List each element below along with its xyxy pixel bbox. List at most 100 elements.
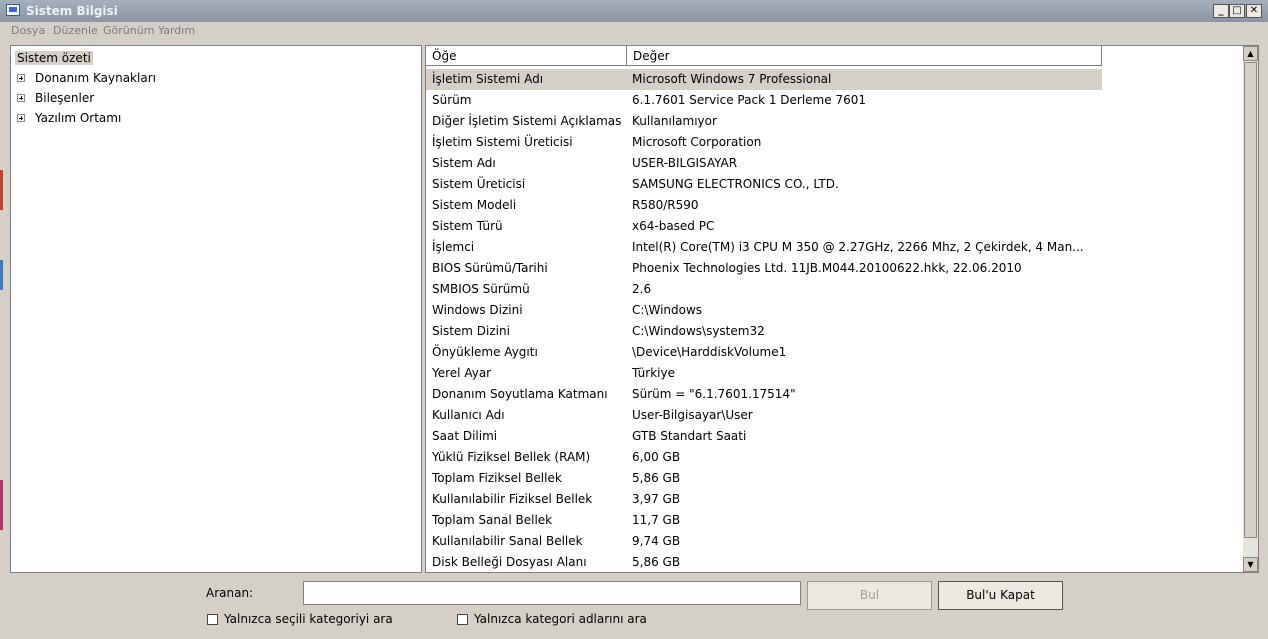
list-rows: İşletim Sistemi Adı Microsoft Windows 7 P… — [426, 69, 1102, 572]
table-row[interactable]: Yüklü Fiziksel Bellek (RAM) 6,00 GB — [426, 447, 1102, 468]
search-category-names-checkbox[interactable] — [457, 614, 468, 625]
table-row[interactable]: Sistem Modeli R580/R590 — [426, 195, 1102, 216]
row-value: Türkiye — [632, 366, 675, 380]
desktop-edge — [0, 480, 3, 530]
system-info-icon — [6, 4, 20, 16]
row-value: 6.1.7601 Service Pack 1 Derleme 7601 — [632, 93, 866, 107]
scroll-thumb[interactable] — [1244, 62, 1257, 538]
table-row[interactable]: Yerel Ayar Türkiye — [426, 363, 1102, 384]
table-row[interactable]: İşlemci Intel(R) Core(TM) i3 CPU M 350 @ … — [426, 237, 1102, 258]
find-button[interactable]: Bul — [807, 581, 932, 610]
row-value: C:\Windows — [632, 303, 703, 317]
table-row[interactable]: Disk Belleği Dosyası Alanı 5,86 GB — [426, 552, 1102, 572]
menu-view[interactable]: Görünüm — [103, 24, 154, 37]
row-value: SAMSUNG ELECTRONICS CO., LTD. — [632, 177, 839, 191]
row-item: Kullanılabilir Sanal Bellek — [432, 534, 583, 548]
row-item: Kullanıcı Adı — [432, 408, 505, 422]
table-row[interactable]: İşletim Sistemi Adı Microsoft Windows 7 P… — [426, 69, 1102, 90]
row-item: İşlemci — [432, 240, 475, 254]
table-row[interactable]: Kullanıcı Adı User-Bilgisayar\User — [426, 405, 1102, 426]
search-label: Aranan: — [206, 586, 254, 600]
table-row[interactable]: Kullanılabilir Fiziksel Bellek 3,97 GB — [426, 489, 1102, 510]
table-row[interactable]: Sistem Adı USER-BILGISAYAR — [426, 153, 1102, 174]
row-value: 2.6 — [632, 282, 652, 296]
tree-item-system-summary[interactable]: Sistem özeti — [15, 49, 93, 67]
table-row[interactable]: Sistem Dizini C:\Windows\system32 — [426, 321, 1102, 342]
menu-edit[interactable]: Düzenle — [53, 24, 98, 37]
close-button[interactable]: ✕ — [1246, 4, 1262, 18]
table-row[interactable]: İşletim Sistemi Üreticisi Microsoft Corpo… — [426, 132, 1102, 153]
table-row[interactable]: Sistem Üreticisi SAMSUNG ELECTRONICS CO.,… — [426, 174, 1102, 195]
search-selected-category-label: Yalnızca seçili kategoriyi ara — [224, 612, 393, 626]
row-item: Disk Belleği Dosyası Alanı — [432, 555, 587, 569]
category-tree: Sistem özeti Donanım Kaynakları Bileşenl… — [10, 45, 422, 573]
row-value: 9,74 GB — [632, 534, 681, 548]
row-value: Phoenix Technologies Ltd. 11JB.M044.2010… — [632, 261, 1022, 275]
tree-item-label: Bileşenler — [35, 91, 95, 105]
row-item: Toplam Fiziksel Bellek — [432, 471, 562, 485]
table-row[interactable]: Toplam Sanal Bellek 11,7 GB — [426, 510, 1102, 531]
list-header: Öğe Değer — [426, 46, 1102, 67]
row-item: Yüklü Fiziksel Bellek (RAM) — [432, 450, 591, 464]
tree-item-label: Donanım Kaynakları — [35, 71, 156, 85]
row-value: \Device\HarddiskVolume1 — [632, 345, 787, 359]
scroll-up-arrow-icon[interactable]: ▲ — [1243, 46, 1258, 61]
menu-bar: Dosya Düzenle Görünüm Yardım — [0, 22, 1268, 42]
row-item: Sistem Türü — [432, 219, 503, 233]
row-item: Sistem Üreticisi — [432, 177, 526, 191]
vertical-scrollbar[interactable]: ▲ ▼ — [1243, 46, 1258, 572]
table-row[interactable]: SMBIOS Sürümü 2.6 — [426, 279, 1102, 300]
window-title: Sistem Bilgisi — [26, 4, 118, 18]
row-value: Microsoft Windows 7 Professional — [632, 72, 832, 86]
row-value: User-Bilgisayar\User — [632, 408, 753, 422]
row-value: USER-BILGISAYAR — [632, 156, 738, 170]
row-item: SMBIOS Sürümü — [432, 282, 530, 296]
table-row[interactable]: Sistem Türü x64-based PC — [426, 216, 1102, 237]
row-value: Intel(R) Core(TM) i3 CPU M 350 @ 2.27GHz… — [632, 240, 1084, 254]
row-value: x64-based PC — [632, 219, 715, 233]
maximize-button[interactable]: □ — [1229, 4, 1245, 18]
expand-icon[interactable] — [17, 114, 25, 122]
row-item: Windows Dizini — [432, 303, 523, 317]
row-item: Sistem Modeli — [432, 198, 517, 212]
table-row[interactable]: Donanım Soyutlama Katmanı Sürüm = "6.1.76… — [426, 384, 1102, 405]
search-selected-category-checkbox[interactable] — [207, 614, 218, 625]
row-value: 11,7 GB — [632, 513, 681, 527]
row-value: C:\Windows\system32 — [632, 324, 765, 338]
details-list: Öğe Değer İşletim Sistemi Adı Microsoft W… — [425, 45, 1259, 573]
row-item: Saat Dilimi — [432, 429, 498, 443]
table-row[interactable]: Windows Dizini C:\Windows — [426, 300, 1102, 321]
row-item: BIOS Sürümü/Tarihi — [432, 261, 548, 275]
table-row[interactable]: Önyükleme Aygıtı \Device\HarddiskVolume1 — [426, 342, 1102, 363]
table-row[interactable]: Kullanılabilir Sanal Bellek 9,74 GB — [426, 531, 1102, 552]
column-header-item[interactable]: Öğe — [426, 46, 627, 66]
column-header-value[interactable]: Değer — [627, 46, 1102, 66]
menu-help[interactable]: Yardım — [158, 24, 195, 37]
tree-item-label: Sistem özeti — [15, 51, 93, 65]
row-value: Microsoft Corporation — [632, 135, 762, 149]
row-value: Kullanılamıyor — [632, 114, 717, 128]
row-value: Sürüm = "6.1.7601.17514" — [632, 387, 796, 401]
table-row[interactable]: Diğer İşletim Sistemi Açıklaması Kullanıl… — [426, 111, 1102, 132]
scroll-down-arrow-icon[interactable]: ▼ — [1243, 557, 1258, 572]
row-item: Toplam Sanal Bellek — [432, 513, 553, 527]
minimize-button[interactable]: _ — [1213, 4, 1229, 18]
table-row[interactable]: Sürüm 6.1.7601 Service Pack 1 Derleme 760… — [426, 90, 1102, 111]
expand-icon[interactable] — [17, 74, 25, 82]
expand-icon[interactable] — [17, 94, 25, 102]
row-item: Diğer İşletim Sistemi Açıklaması — [432, 114, 622, 128]
desktop-edge — [0, 260, 3, 290]
desktop-edge — [0, 170, 3, 210]
close-find-button[interactable]: Bul'u Kapat — [938, 581, 1063, 610]
row-item: İşletim Sistemi Üreticisi — [432, 135, 573, 149]
table-row[interactable]: Saat Dilimi GTB Standart Saati — [426, 426, 1102, 447]
table-row[interactable]: BIOS Sürümü/Tarihi Phoenix Technologies L… — [426, 258, 1102, 279]
tree-item-label: Yazılım Ortamı — [35, 111, 122, 125]
row-item: Kullanılabilir Fiziksel Bellek — [432, 492, 593, 506]
table-row[interactable]: Toplam Fiziksel Bellek 5,86 GB — [426, 468, 1102, 489]
row-item: Sürüm — [432, 93, 472, 107]
search-input[interactable] — [303, 581, 801, 605]
row-item: Donanım Soyutlama Katmanı — [432, 387, 608, 401]
row-value: 5,86 GB — [632, 471, 681, 485]
menu-file[interactable]: Dosya — [11, 24, 45, 37]
